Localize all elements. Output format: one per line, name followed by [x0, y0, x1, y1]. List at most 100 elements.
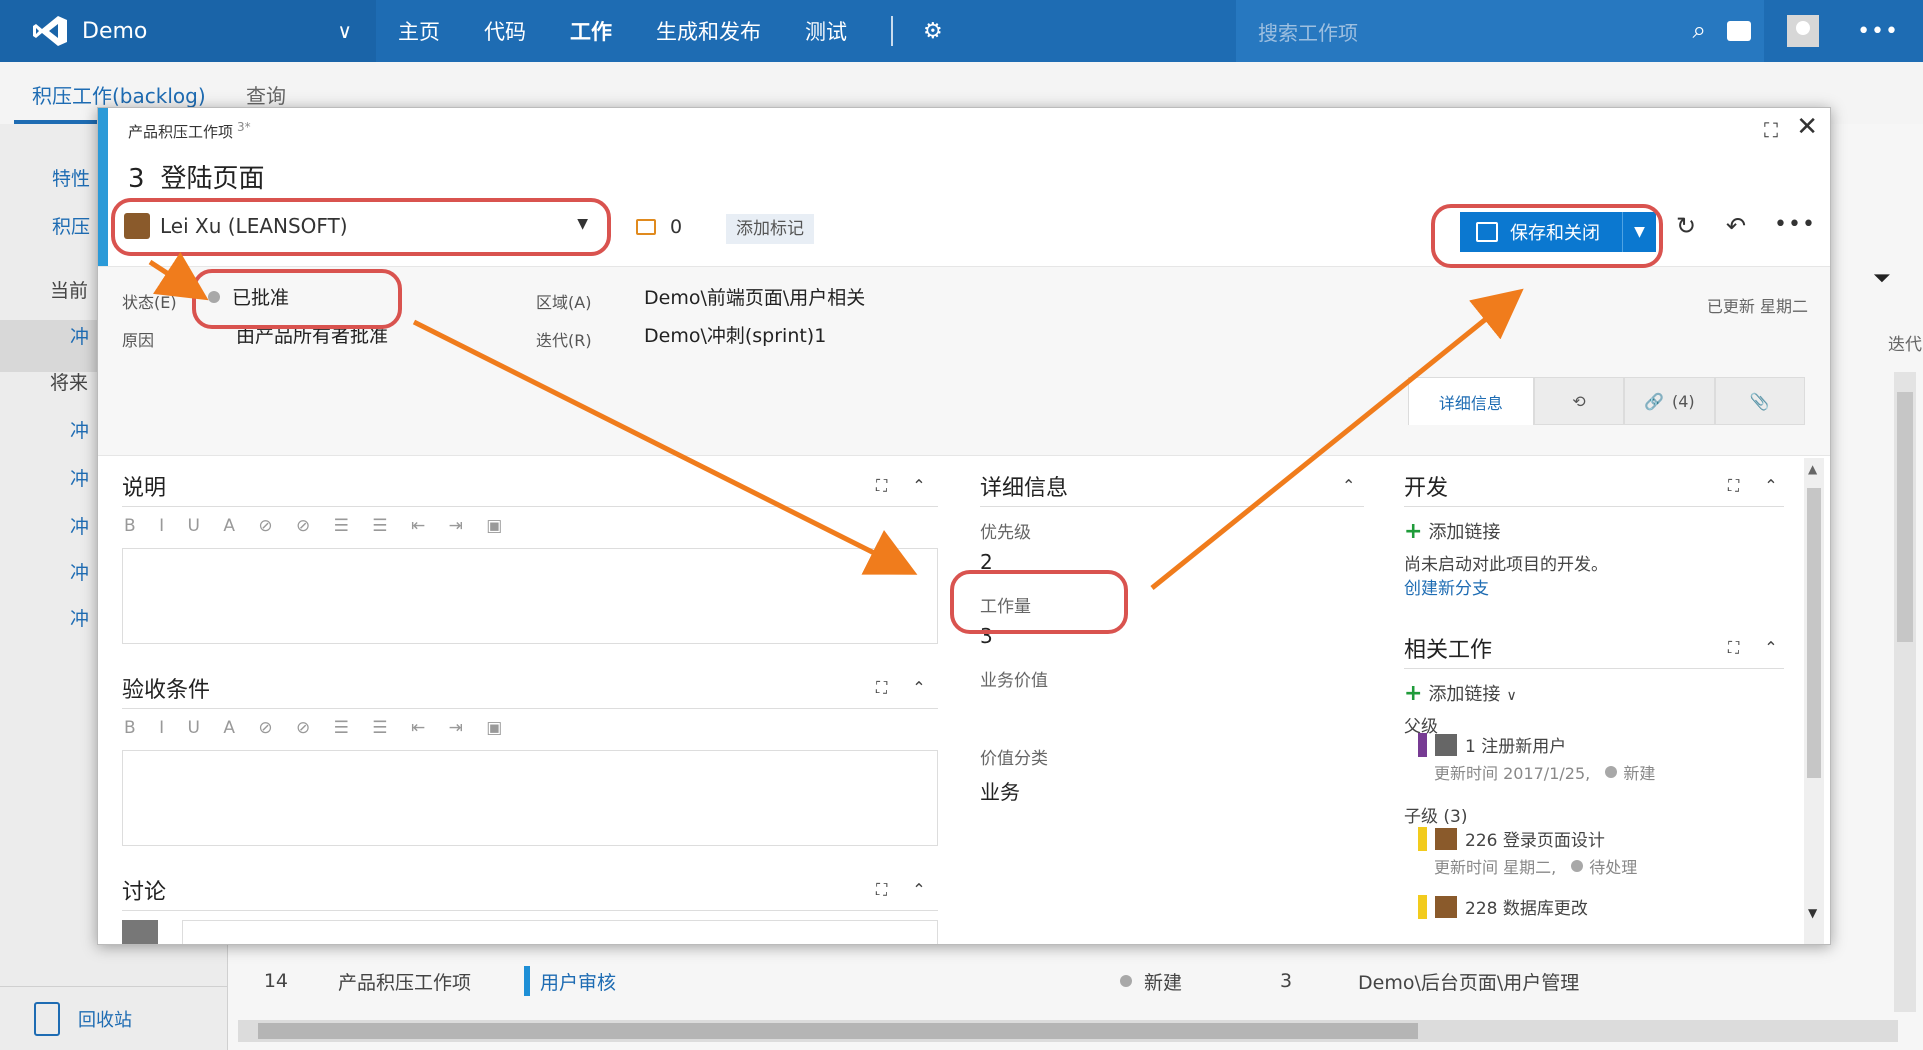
nav-code[interactable]: 代码: [484, 16, 526, 46]
assigned-to-picker[interactable]: Lei Xu (LEANSOFT) ▼: [116, 206, 606, 246]
description-editor[interactable]: [122, 548, 938, 644]
caret-down-icon[interactable]: ▼: [577, 216, 588, 232]
save-and-close-button[interactable]: 保存和关闭 ▼: [1460, 212, 1656, 252]
development-title: 开发: [1404, 476, 1449, 501]
close-icon[interactable]: ✕: [1796, 112, 1818, 142]
development-empty-text: 尚未启动对此项目的开发。: [1404, 555, 1608, 575]
area-field[interactable]: Demo\前端页面\用户相关: [644, 283, 865, 310]
divider: [122, 910, 938, 911]
create-branch-link[interactable]: 创建新分支: [1404, 574, 1489, 599]
links-count: (4): [1672, 391, 1695, 411]
more-icon[interactable]: •••: [1857, 19, 1899, 44]
nav-home[interactable]: 主页: [398, 16, 440, 46]
scroll-thumb[interactable]: [258, 1023, 1418, 1039]
state-field[interactable]: 已批准: [208, 283, 289, 310]
left-item-backlog[interactable]: 积压: [52, 212, 90, 239]
form-tabs: 详细信息 ⟲ 🔗 (4) 📎: [1408, 377, 1805, 425]
rich-text-toolbar[interactable]: B I U A ⊘ ⊘ ☰ ☰ ⇤ ⇥ ▣: [124, 718, 511, 738]
tab-details[interactable]: 详细信息: [1408, 377, 1534, 425]
work-item-title-text[interactable]: 登陆页面: [161, 164, 265, 194]
rich-text-toolbar[interactable]: B I U A ⊘ ⊘ ☰ ☰ ⇤ ⇥ ▣: [124, 516, 511, 536]
nav-build-release[interactable]: 生成和发布: [656, 16, 761, 46]
more-actions-icon[interactable]: •••: [1774, 212, 1816, 237]
gear-icon[interactable]: ⚙: [923, 19, 943, 44]
section-controls[interactable]: ⛶ ⌃: [876, 880, 936, 900]
left-item-sprint[interactable]: 冲: [70, 512, 89, 539]
paperclip-icon: 📎: [1749, 391, 1770, 411]
left-item-sprint[interactable]: 冲: [70, 416, 89, 443]
row-effort: 3: [1280, 970, 1293, 992]
left-item-features[interactable]: 特性: [52, 164, 90, 191]
left-item-sprint[interactable]: 冲: [70, 558, 89, 585]
priority-field[interactable]: 2: [980, 550, 993, 574]
section-controls[interactable]: ⛶ ⌃: [876, 678, 936, 698]
scroll-down-icon[interactable]: ▼: [1808, 906, 1817, 920]
reason-field[interactable]: 由产品所有者批准: [236, 321, 388, 348]
project-name: Demo: [82, 18, 148, 44]
iteration-field[interactable]: Demo\冲刺(sprint)1: [644, 321, 826, 348]
section-controls[interactable]: ⛶ ⌃: [1728, 638, 1788, 658]
project-switcher[interactable]: Demo ∨: [0, 0, 376, 62]
scroll-thumb[interactable]: [1807, 488, 1821, 778]
left-item-sprint[interactable]: 冲: [70, 464, 89, 491]
search-icon[interactable]: ⌕: [1693, 16, 1706, 44]
tab-queries[interactable]: 查询: [246, 80, 286, 109]
add-link-button[interactable]: + 添加链接: [1404, 518, 1500, 544]
visual-studio-logo-icon: [33, 16, 67, 46]
value-area-field[interactable]: 业务: [980, 776, 1020, 805]
chevron-down-icon[interactable]: ∨: [337, 19, 352, 43]
acceptance-criteria-editor[interactable]: [122, 750, 938, 846]
dialog-scrollbar[interactable]: ▲ ▼: [1804, 458, 1824, 944]
left-item-current: 当前: [50, 280, 89, 302]
child-work-item-meta: 更新时间 星期二, 待处理: [1434, 854, 1637, 878]
marketplace-bag-icon[interactable]: [1727, 21, 1752, 41]
left-item-sprint[interactable]: 冲: [70, 322, 89, 349]
filter-icon[interactable]: ⏷: [1873, 266, 1891, 291]
expand-icon[interactable]: ⛶: [1764, 118, 1778, 142]
search-input[interactable]: 搜索工作项: [1258, 17, 1358, 46]
divider: [122, 506, 938, 507]
discussion-input[interactable]: [182, 920, 938, 944]
work-item-title[interactable]: 3 登陆页面: [128, 158, 265, 195]
add-related-link-button[interactable]: + 添加链接 ∨: [1404, 680, 1517, 706]
search-work-items[interactable]: 搜索工作项 ⌕ ∨: [1236, 0, 1764, 62]
tab-backlog[interactable]: 积压工作(backlog): [32, 80, 206, 109]
work-item-type: 产品积压工作项 3*: [128, 120, 251, 142]
assignee-name: Lei Xu (LEANSOFT): [160, 214, 348, 238]
vertical-scrollbar[interactable]: [1894, 372, 1916, 1012]
recycle-bin[interactable]: 回收站: [0, 986, 228, 1050]
tab-attachments[interactable]: 📎: [1714, 377, 1805, 425]
save-options-dropdown[interactable]: ▼: [1622, 212, 1656, 252]
description-title: 说明: [122, 476, 167, 501]
refresh-icon[interactable]: ↻: [1676, 212, 1696, 240]
nav-test[interactable]: 测试: [805, 16, 847, 46]
parent-updated: 更新时间 2017/1/25,: [1434, 764, 1591, 783]
tab-links[interactable]: 🔗 (4): [1624, 377, 1715, 425]
nav-work[interactable]: 工作: [570, 16, 612, 46]
comment-count[interactable]: 0: [636, 216, 682, 238]
section-controls[interactable]: ⛶ ⌃: [876, 476, 936, 496]
child-work-item[interactable]: 226 登录页面设计: [1418, 826, 1605, 851]
row-state: 新建: [1144, 971, 1183, 994]
plus-icon: +: [1404, 681, 1423, 706]
business-value-label: 业务价值: [980, 671, 1048, 691]
user-avatar[interactable]: [1787, 15, 1820, 47]
child-work-item[interactable]: 228 数据库更改: [1418, 894, 1588, 919]
table-row[interactable]: 14 产品积压工作项 用户审核 新建 3 Demo\后台页面\用户管理: [228, 958, 1898, 1004]
effort-field[interactable]: 3: [980, 624, 993, 648]
horizontal-scrollbar[interactable]: [238, 1020, 1898, 1042]
link-icon: 🔗: [1644, 391, 1664, 411]
scroll-thumb[interactable]: [1897, 392, 1913, 642]
section-controls[interactable]: ⛶ ⌃: [1728, 476, 1788, 496]
undo-icon[interactable]: ↶: [1726, 212, 1746, 240]
scroll-up-icon[interactable]: ▲: [1808, 462, 1817, 476]
last-updated: 已更新 星期二: [1706, 297, 1808, 316]
row-title[interactable]: 用户审核: [540, 968, 1120, 995]
left-item-sprint[interactable]: 冲: [70, 604, 89, 631]
feature-color-bar: [1418, 732, 1427, 757]
tab-history[interactable]: ⟲: [1533, 377, 1625, 425]
save-and-close-label: 保存和关闭: [1510, 223, 1600, 244]
parent-work-item[interactable]: 1 注册新用户: [1418, 732, 1566, 757]
collapse-icon[interactable]: ⌃: [1342, 476, 1365, 495]
add-tag-button[interactable]: 添加标记: [726, 214, 814, 244]
